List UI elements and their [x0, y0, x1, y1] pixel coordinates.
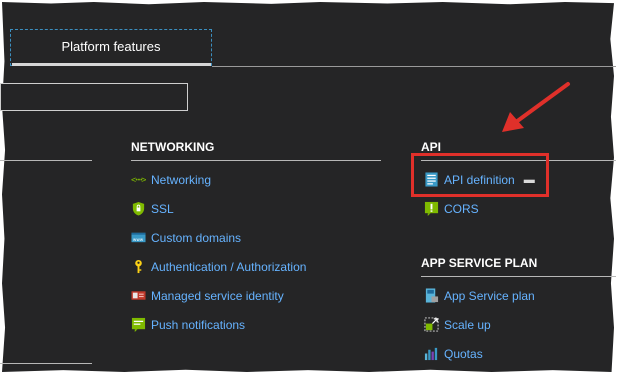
tab-label: Platform features [61, 39, 161, 54]
app-service-plan-icon [425, 288, 439, 303]
left-section-divider [0, 160, 92, 161]
identity-icon [131, 291, 146, 300]
section-title-app-service-plan: APP SERVICE PLAN [421, 256, 538, 270]
managed-service-identity-link[interactable]: Managed service identity [131, 288, 284, 303]
scale-up-link[interactable]: Scale up [424, 317, 491, 332]
custom-domains-label: Custom domains [151, 230, 242, 245]
push-notifications-icon [131, 317, 146, 332]
active-tab-indicator [12, 63, 211, 66]
svg-text:<: < [131, 174, 136, 184]
custom-domains-link[interactable]: www Custom domains [131, 230, 241, 245]
scale-up-icon [424, 317, 439, 332]
authentication-label: Authentication / Authorization [151, 259, 307, 274]
custom-domains-icon: www [131, 232, 146, 243]
networking-link[interactable]: < > Networking [131, 172, 211, 187]
cors-icon [424, 201, 439, 216]
networking-icon: < > [131, 174, 146, 184]
ssl-label: SSL [151, 201, 174, 216]
app-service-plan-link[interactable]: App Service plan [424, 288, 535, 303]
cors-link[interactable]: CORS [424, 201, 479, 216]
networking-divider [131, 160, 381, 161]
managed-service-identity-label: Managed service identity [151, 288, 284, 303]
quotas-link[interactable]: Quotas [424, 346, 483, 361]
push-notifications-link[interactable]: Push notifications [131, 317, 245, 332]
ssl-shield-icon [132, 201, 145, 216]
authentication-link[interactable]: Authentication / Authorization [131, 259, 306, 274]
push-notifications-label: Push notifications [151, 317, 246, 332]
quotas-icon [424, 347, 438, 361]
svg-text:>: > [141, 174, 146, 184]
api-definition-highlight [411, 153, 549, 197]
tab-platform-features[interactable]: Platform features [10, 29, 212, 66]
app-service-plan-label: App Service plan [444, 288, 535, 303]
svg-text:www: www [133, 237, 144, 242]
left-section-divider-bottom [0, 363, 92, 364]
tab-divider [212, 66, 616, 67]
section-title-networking: NETWORKING [131, 140, 215, 154]
quotas-label: Quotas [444, 346, 483, 361]
key-icon [135, 259, 142, 274]
section-title-api: API [421, 140, 442, 154]
ssl-link[interactable]: SSL [131, 201, 174, 216]
red-arrow-icon [502, 82, 570, 132]
scale-up-label: Scale up [444, 317, 491, 332]
cors-label: CORS [444, 201, 479, 216]
app-service-plan-divider [421, 276, 616, 277]
search-input[interactable] [0, 83, 188, 111]
networking-label: Networking [151, 172, 212, 187]
